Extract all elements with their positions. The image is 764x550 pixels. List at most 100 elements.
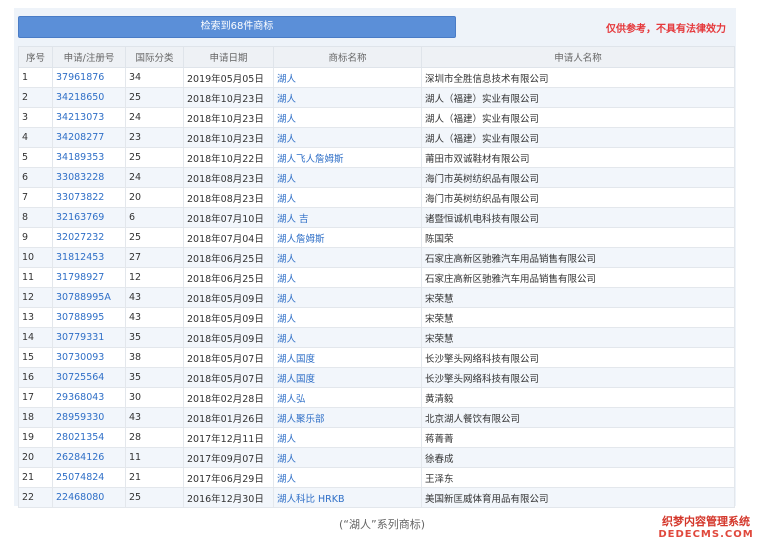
cell-mark-name[interactable]: 湖人 (273, 447, 422, 468)
cell-reg-no[interactable]: 33083228 (52, 167, 126, 188)
cell-date: 2018年10月23日 (183, 87, 274, 108)
cell-mark-name[interactable]: 湖人 (273, 127, 422, 148)
cell-reg-no[interactable]: 32027232 (52, 227, 126, 248)
cell-mark-name[interactable]: 湖人詹姆斯 (273, 227, 422, 248)
table-row: 12 30788995A 43 2018年05月09日 湖人 宋荣慧 (18, 287, 735, 308)
cell-class: 43 (125, 407, 184, 428)
cell-reg-no[interactable]: 28959330 (52, 407, 126, 428)
cell-index: 4 (18, 127, 53, 148)
search-result-button[interactable]: 检索到68件商标 (18, 16, 456, 38)
table-row: 16 30725564 35 2018年05月07日 湖人国度 长沙擎头网络科技有限公司 (18, 367, 735, 388)
cell-date: 2018年07月04日 (183, 227, 274, 248)
cell-mark-name[interactable]: 湖人 (273, 247, 422, 268)
cell-reg-no[interactable]: 37961876 (52, 67, 126, 88)
cell-date: 2018年05月09日 (183, 327, 274, 348)
cell-index: 20 (18, 447, 53, 468)
figure-caption: (“湖人”系列商标) (339, 518, 425, 531)
cell-mark-name[interactable]: 湖人 (273, 167, 422, 188)
cell-mark-name[interactable]: 湖人聚乐部 (273, 407, 422, 428)
cell-applicant: 莆田市双诚鞋材有限公司 (421, 147, 735, 168)
cell-reg-no[interactable]: 33073822 (52, 187, 126, 208)
cell-date: 2018年08月23日 (183, 167, 274, 188)
cell-class: 20 (125, 187, 184, 208)
cell-class: 38 (125, 347, 184, 368)
table-row: 18 28959330 43 2018年01月26日 湖人聚乐部 北京湖人餐饮有限公司 (18, 407, 735, 428)
cell-mark-name[interactable]: 湖人 (273, 87, 422, 108)
col-header-class: 国际分类 (125, 46, 184, 68)
table-row: 13 30788995 43 2018年05月09日 湖人 宋荣慧 (18, 307, 735, 328)
cell-mark-name[interactable]: 湖人科比 HRKB (273, 487, 422, 508)
table-row: 10 31812453 27 2018年06月25日 湖人 石家庄高新区驰雅汽车用品销售有… (18, 247, 735, 268)
disclaimer-text: 仅供参考，不具有法律效力 (606, 24, 726, 35)
cell-applicant: 北京湖人餐饮有限公司 (421, 407, 735, 428)
cell-applicant: 诸暨恒诚机电科技有限公司 (421, 207, 735, 228)
cell-reg-no[interactable]: 34208277 (52, 127, 126, 148)
cell-date: 2018年05月07日 (183, 347, 274, 368)
cell-index: 17 (18, 387, 53, 408)
cell-index: 11 (18, 267, 53, 288)
cell-reg-no[interactable]: 30725564 (52, 367, 126, 388)
cell-class: 25 (125, 147, 184, 168)
cell-mark-name[interactable]: 湖人 (273, 67, 422, 88)
table-row: 5 34189353 25 2018年10月22日 湖人飞人詹姆斯 莆田市双诚鞋材有限公司 (18, 147, 735, 168)
cell-class: 6 (125, 207, 184, 228)
cell-reg-no[interactable]: 22468080 (52, 487, 126, 508)
cell-reg-no[interactable]: 34189353 (52, 147, 126, 168)
table-row: 22 22468080 25 2016年12月30日 湖人科比 HRKB 美国新匡威体育用… (18, 487, 735, 508)
cell-date: 2018年06月25日 (183, 267, 274, 288)
cell-class: 23 (125, 127, 184, 148)
cell-applicant: 宋荣慧 (421, 307, 735, 328)
table-row: 3 34213073 24 2018年10月23日 湖人 湖人（福建）实业有限公司 (18, 107, 735, 128)
results-topbar: 检索到68件商标 仅供参考，不具有法律效力 (14, 8, 736, 46)
cell-applicant: 宋荣慧 (421, 287, 735, 308)
cell-mark-name[interactable]: 湖人 (273, 187, 422, 208)
cell-index: 19 (18, 427, 53, 448)
cell-mark-name[interactable]: 湖人 (273, 267, 422, 288)
table-row: 1 37961876 34 2019年05月05日 湖人 深圳市全胜信息技术有限公司 (18, 67, 735, 88)
cell-reg-no[interactable]: 30779331 (52, 327, 126, 348)
cell-class: 12 (125, 267, 184, 288)
cell-mark-name[interactable]: 湖人飞人詹姆斯 (273, 147, 422, 168)
cell-applicant: 深圳市全胜信息技术有限公司 (421, 67, 735, 88)
cell-index: 8 (18, 207, 53, 228)
cell-index: 5 (18, 147, 53, 168)
cell-reg-no[interactable]: 31798927 (52, 267, 126, 288)
cell-mark-name[interactable]: 湖人 (273, 467, 422, 488)
watermark-line2: DEDECMS.COM (658, 529, 754, 540)
watermark-logo: 织梦内容管理系统 DEDECMS.COM (656, 515, 756, 541)
cell-reg-no[interactable]: 31812453 (52, 247, 126, 268)
cell-class: 43 (125, 287, 184, 308)
cell-mark-name[interactable]: 湖人国度 (273, 367, 422, 388)
cell-mark-name[interactable]: 湖人 (273, 307, 422, 328)
table-row: 11 31798927 12 2018年06月25日 湖人 石家庄高新区驰雅汽车用品销售有… (18, 267, 735, 288)
cell-mark-name[interactable]: 湖人 (273, 327, 422, 348)
cell-reg-no[interactable]: 30788995A (52, 287, 126, 308)
table-row: 4 34208277 23 2018年10月23日 湖人 湖人（福建）实业有限公司 (18, 127, 735, 148)
cell-reg-no[interactable]: 26284126 (52, 447, 126, 468)
cell-reg-no[interactable]: 34218650 (52, 87, 126, 108)
col-header-reg-no: 申请/注册号 (52, 46, 126, 68)
cell-reg-no[interactable]: 30730093 (52, 347, 126, 368)
cell-date: 2016年12月30日 (183, 487, 274, 508)
cell-applicant: 长沙擎头网络科技有限公司 (421, 347, 735, 368)
cell-reg-no[interactable]: 29368043 (52, 387, 126, 408)
cell-mark-name[interactable]: 湖人弘 (273, 387, 422, 408)
table-row: 8 32163769 6 2018年07月10日 湖人 吉诸暨恒诚机电科技有限公司 (18, 207, 735, 228)
table-row: 21 25074824 21 2017年06月29日 湖人 王泽东 (18, 467, 735, 488)
cell-applicant: 湖人（福建）实业有限公司 (421, 107, 735, 128)
cell-reg-no[interactable]: 34213073 (52, 107, 126, 128)
cell-reg-no[interactable]: 28021354 (52, 427, 126, 448)
cell-date: 2018年10月23日 (183, 107, 274, 128)
cell-applicant: 蒋菁菁 (421, 427, 735, 448)
cell-mark-name[interactable]: 湖人 吉 (273, 207, 422, 228)
cell-mark-name[interactable]: 湖人 (273, 287, 422, 308)
cell-class: 28 (125, 427, 184, 448)
cell-mark-name[interactable]: 湖人 (273, 427, 422, 448)
cell-mark-name[interactable]: 湖人 (273, 107, 422, 128)
cell-class: 43 (125, 307, 184, 328)
trademark-table: 序号 申请/注册号 国际分类 申请日期 商标名称 申请人名称 1 37961876… (18, 46, 735, 508)
cell-reg-no[interactable]: 25074824 (52, 467, 126, 488)
cell-reg-no[interactable]: 30788995 (52, 307, 126, 328)
cell-reg-no[interactable]: 32163769 (52, 207, 126, 228)
cell-mark-name[interactable]: 湖人国度 (273, 347, 422, 368)
